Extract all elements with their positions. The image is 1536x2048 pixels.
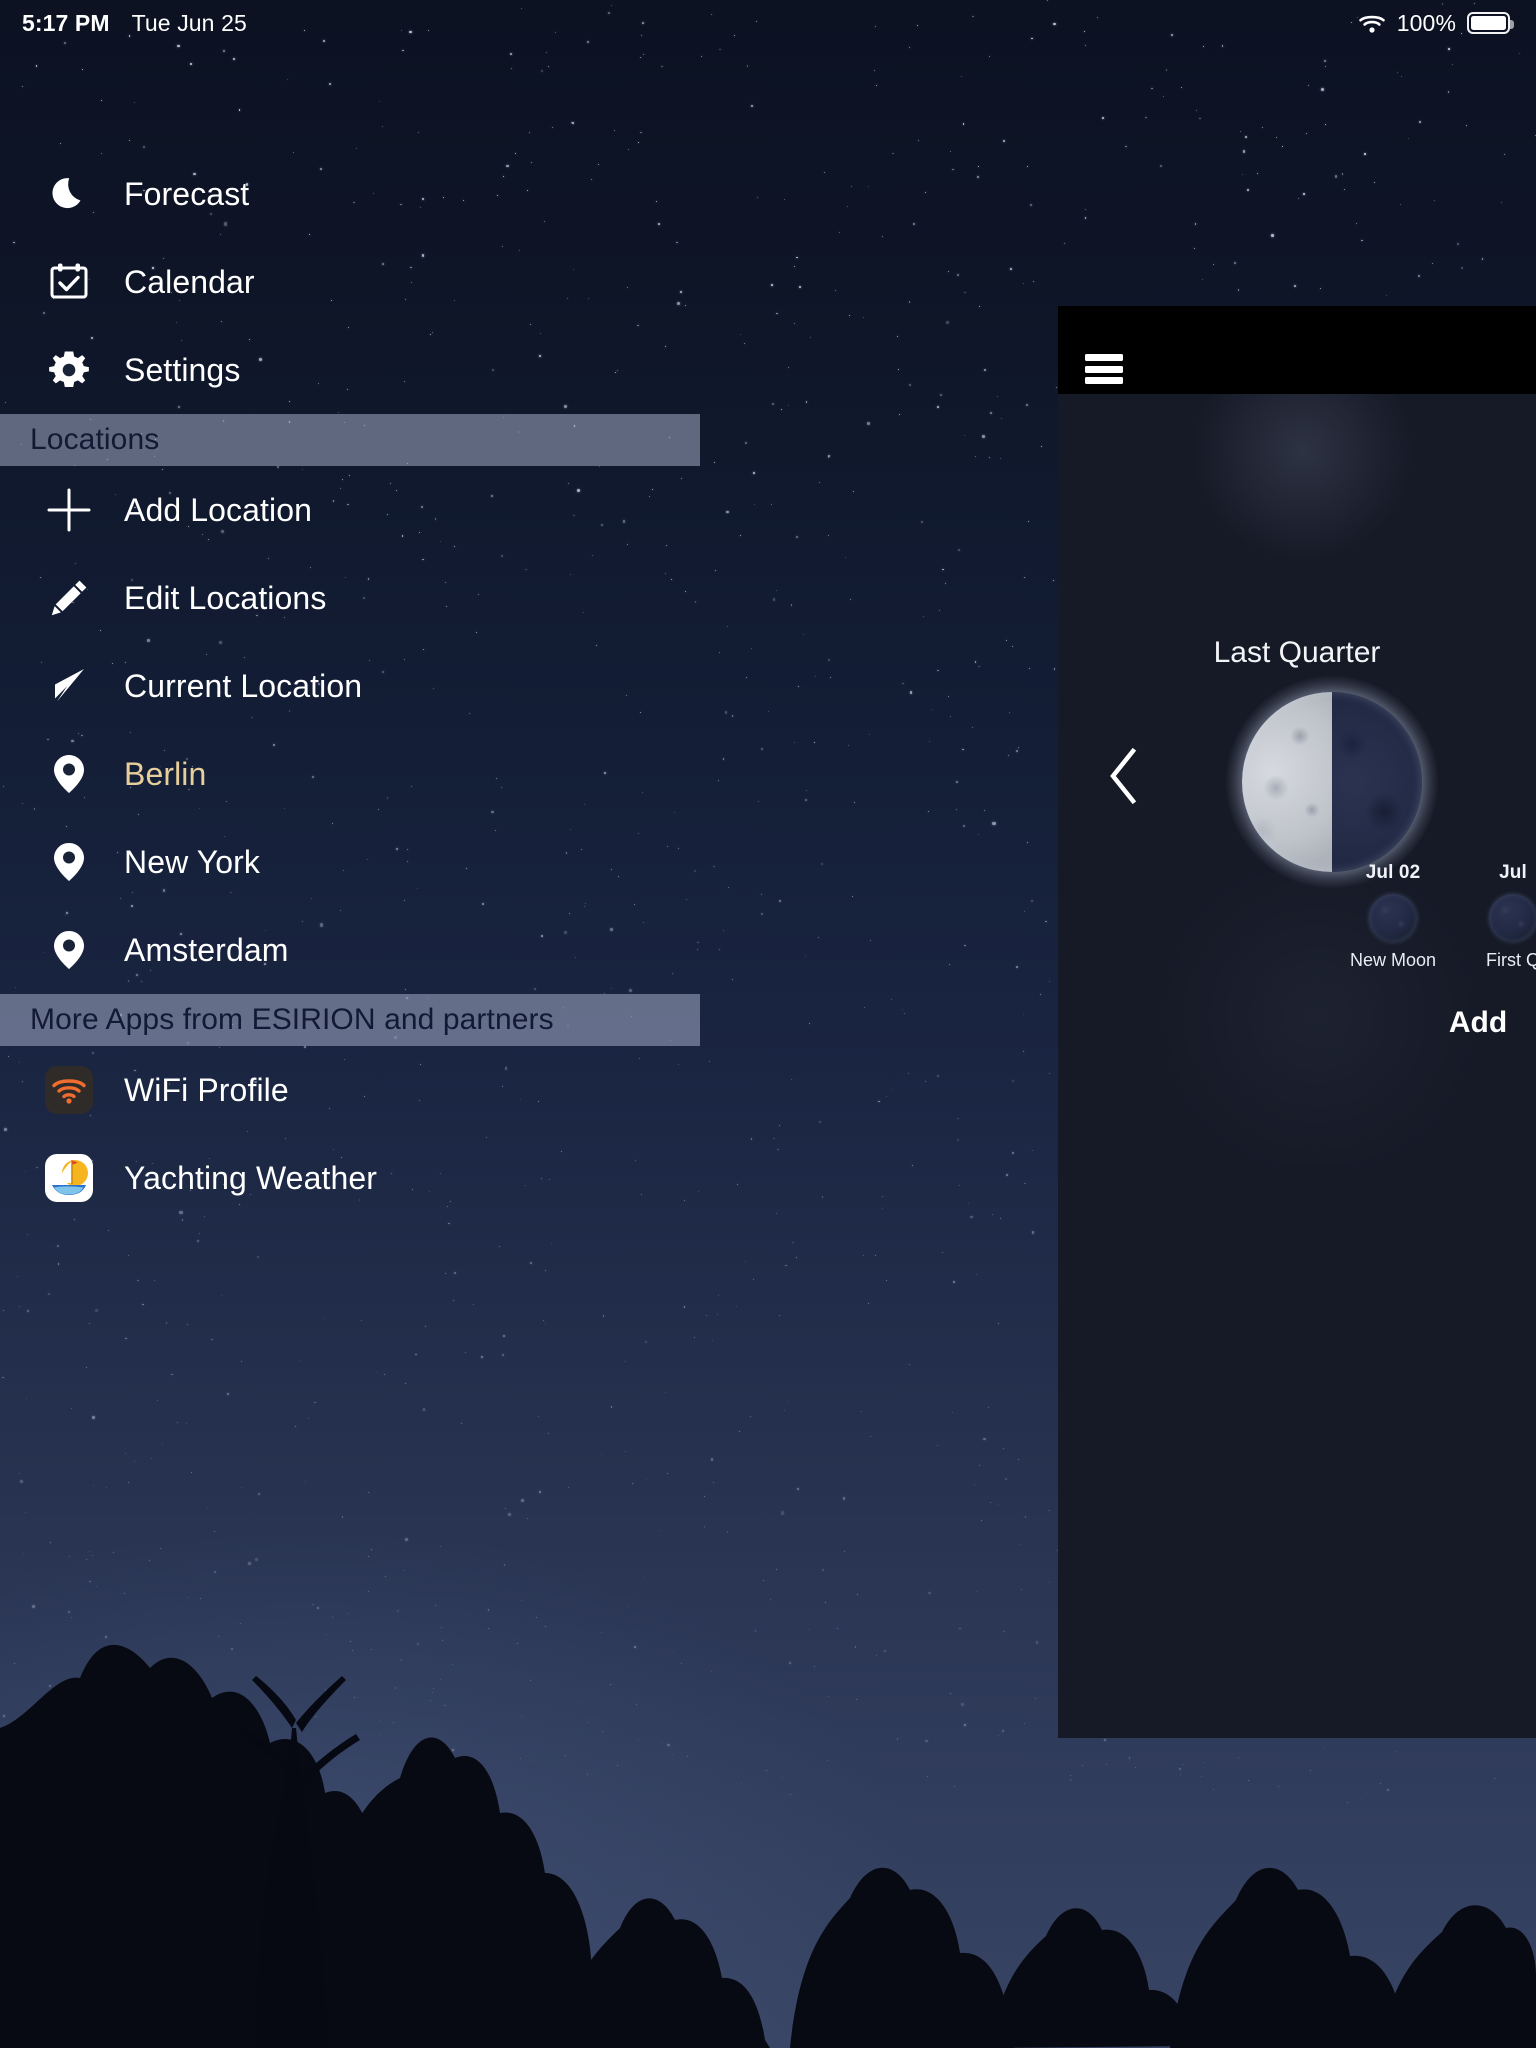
sidebar-item-forecast[interactable]: Forecast: [0, 150, 700, 238]
sidebar-item-label: Calendar: [124, 263, 255, 300]
sidebar-item-settings[interactable]: Settings: [0, 326, 700, 414]
sidebar-item-label: Edit Locations: [124, 579, 327, 616]
sidebar-item-new-york[interactable]: New York: [0, 818, 700, 906]
sidebar-item-yachting-weather[interactable]: Yachting Weather: [0, 1134, 700, 1222]
gear-icon: [42, 343, 96, 397]
status-time: 5:17 PM: [22, 9, 110, 36]
chevron-left-icon[interactable]: [1105, 746, 1141, 806]
wifi-profile-app-icon: [45, 1066, 93, 1114]
crescent-moon-icon: [42, 167, 96, 221]
sidebar-item-label: Amsterdam: [124, 931, 289, 968]
upcoming-phases-strip: Jul 02 New Moon Jul First Q: [1058, 862, 1536, 971]
battery-full-icon: [1467, 12, 1514, 34]
sidebar-item-amsterdam[interactable]: Amsterdam: [0, 906, 700, 994]
sidebar-item-berlin[interactable]: Berlin: [0, 730, 700, 818]
plus-icon: [42, 483, 96, 537]
section-header-label: Locations: [30, 423, 160, 456]
moon-phase-graphic: [1226, 676, 1438, 888]
map-pin-icon: [42, 923, 96, 977]
status-bar: 5:17 PM Tue Jun 25 100%: [0, 0, 1536, 46]
wifi-icon: [1358, 15, 1385, 33]
sidebar-item-current-location[interactable]: Current Location: [0, 642, 700, 730]
phase-date: Jul: [1499, 862, 1527, 883]
sidebar-item-label: WiFi Profile: [124, 1071, 289, 1108]
section-header-more-apps: More Apps from ESIRION and partners: [0, 994, 700, 1046]
sidebar-menu: Forecast Calendar Settings Locations Add…: [0, 150, 700, 1222]
hamburger-menu-icon[interactable]: [1085, 354, 1123, 384]
map-pin-icon: [42, 747, 96, 801]
navigate-icon: [42, 659, 96, 713]
panel-header-bar: [1058, 306, 1536, 394]
screen-root: 5:17 PM Tue Jun 25 100% Forecast Calenda…: [0, 0, 1536, 2048]
phase-name: First Q: [1486, 950, 1536, 970]
current-moon-phase-label: Last Quarter: [1213, 636, 1381, 669]
moon-rim: [1242, 692, 1422, 872]
status-bar-left: 5:17 PM Tue Jun 25: [22, 10, 247, 37]
sidebar-item-wifi-profile[interactable]: WiFi Profile: [0, 1046, 700, 1134]
sidebar-item-label: Berlin: [124, 755, 207, 792]
sidebar-item-label: Current Location: [124, 667, 363, 704]
status-bar-right: 100%: [1358, 9, 1514, 37]
map-pin-icon: [42, 835, 96, 889]
sidebar-item-label: Forecast: [124, 175, 250, 212]
pencil-icon: [42, 571, 96, 625]
panel-cta-label[interactable]: Add: [1378, 1006, 1536, 1040]
sidebar-item-edit-locations[interactable]: Edit Locations: [0, 554, 700, 642]
phase-date: Jul 02: [1365, 862, 1421, 883]
battery-percent: 100%: [1396, 9, 1456, 36]
moon-app-panel: Last Quarter Jul 02 New Moon Jul First Q…: [1058, 306, 1536, 1738]
section-header-locations: Locations: [0, 414, 700, 466]
calendar-check-icon: [42, 255, 96, 309]
sidebar-item-add-location[interactable]: Add Location: [0, 466, 700, 554]
sidebar-item-label: Add Location: [124, 491, 313, 528]
first-quarter-moon-icon: [1489, 894, 1536, 942]
sidebar-item-label: Yachting Weather: [124, 1159, 378, 1196]
phase-name: New Moon: [1349, 950, 1437, 970]
upcoming-phase-item[interactable]: Jul First Q: [1453, 862, 1536, 971]
upcoming-phase-item[interactable]: Jul 02 New Moon: [1333, 862, 1453, 971]
yachting-weather-app-icon: [45, 1154, 93, 1202]
section-header-label: More Apps from ESIRION and partners: [30, 1003, 554, 1036]
sidebar-item-label: New York: [124, 843, 260, 880]
status-date: Tue Jun 25: [131, 9, 247, 36]
new-moon-icon: [1369, 894, 1417, 942]
sidebar-item-label: Settings: [124, 351, 241, 388]
sidebar-item-calendar[interactable]: Calendar: [0, 238, 700, 326]
